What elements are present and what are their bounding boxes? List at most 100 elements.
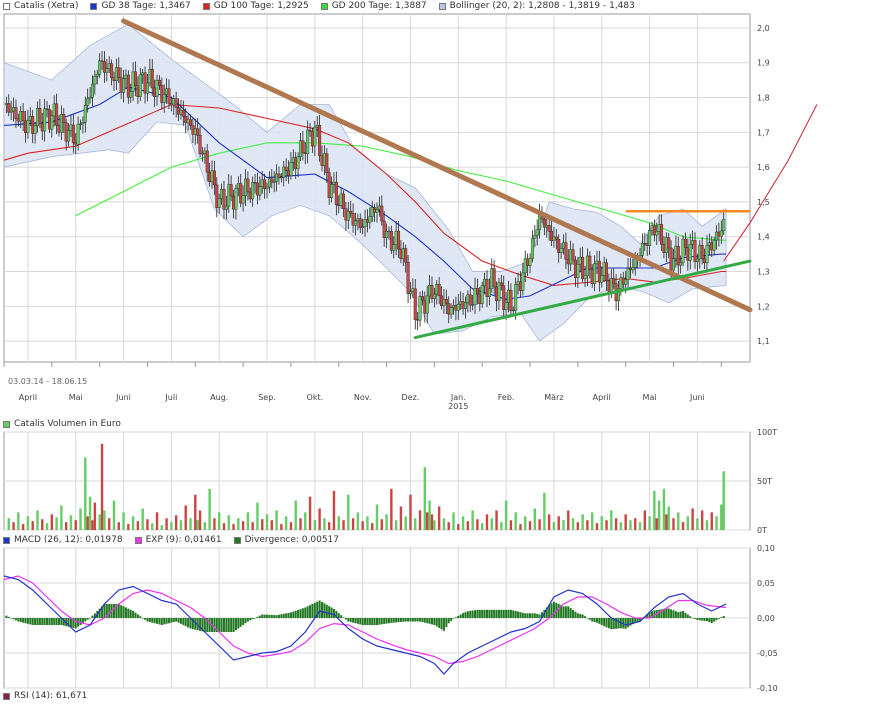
divergence-bar <box>588 618 591 620</box>
divergence-bar <box>167 618 170 624</box>
volume-bar <box>21 524 25 530</box>
divergence-bar <box>409 618 412 622</box>
x-tick-label: Aug. <box>210 393 228 402</box>
volume-bar <box>88 496 92 530</box>
divergence-bar <box>411 618 414 622</box>
volume-bar <box>433 520 436 530</box>
candle-body <box>90 83 94 98</box>
volume-bar <box>643 510 646 530</box>
divergence-bar <box>127 608 130 618</box>
divergence-bar <box>91 615 94 618</box>
x-tick-label: Mai <box>69 393 83 402</box>
divergence-bar <box>519 612 522 618</box>
candle-body <box>413 288 417 320</box>
candle-body <box>110 63 114 78</box>
candle-body <box>475 288 479 295</box>
volume-bar <box>108 518 111 530</box>
candle-body <box>600 275 604 283</box>
divergence-bar <box>464 612 467 618</box>
divergence-bar <box>364 618 367 625</box>
volume-bar <box>103 510 106 530</box>
divergence-bar <box>251 618 254 620</box>
divergence-bar <box>557 604 560 618</box>
volume-bar <box>442 518 446 530</box>
candle-body <box>528 258 532 266</box>
divergence-bar <box>268 614 271 618</box>
divergence-bar <box>490 609 493 618</box>
divergence-bar <box>7 616 10 618</box>
candle-body <box>624 279 628 285</box>
candle-body <box>712 239 716 251</box>
divergence-bar <box>435 618 438 627</box>
divergence-bar <box>24 618 27 624</box>
divergence-bar <box>691 618 694 619</box>
volume-bar <box>571 518 575 530</box>
candle-body <box>95 73 99 77</box>
divergence-bar <box>454 617 457 618</box>
candle-body <box>43 108 47 132</box>
divergence-bar <box>469 610 472 618</box>
candle-body <box>432 293 436 299</box>
divergence-bar <box>330 607 333 618</box>
divergence-bar <box>218 618 221 632</box>
divergence-bar <box>502 609 505 618</box>
divergence-bar <box>380 618 383 625</box>
candle-body <box>117 67 121 78</box>
volume-bar <box>196 520 199 530</box>
volume-bar <box>203 522 207 530</box>
divergence-bar <box>414 618 417 622</box>
volume-bar <box>557 516 560 530</box>
divergence-bar <box>239 618 242 627</box>
divergence-bar <box>112 604 115 618</box>
divergence-bar <box>488 609 491 618</box>
divergence-bar <box>151 618 154 623</box>
volume-bar <box>466 521 470 530</box>
volume-bar <box>366 516 369 530</box>
divergence-bar <box>433 618 436 625</box>
candle-body <box>71 124 75 144</box>
volume-bar <box>337 516 340 530</box>
divergence-bar <box>679 611 682 618</box>
volume-bar <box>50 514 54 530</box>
volume-bar <box>356 512 360 530</box>
divergence-bar <box>361 618 364 625</box>
volume-bar <box>514 512 517 530</box>
x-tick-label: Juni <box>689 393 705 402</box>
candle-body <box>217 198 221 208</box>
divergence-bar <box>459 614 462 618</box>
divergence-bar <box>256 616 259 618</box>
volume-bar <box>342 520 345 530</box>
volume-bar <box>74 520 77 530</box>
divergence-bar <box>390 618 393 623</box>
candle-body <box>648 230 652 246</box>
x-tick-label: Juni <box>115 393 131 402</box>
divergence-bar <box>292 611 295 618</box>
divergence-bar <box>387 618 390 624</box>
divergence-bar <box>476 609 479 618</box>
divergence-bar <box>36 618 39 625</box>
candle-body <box>397 230 401 250</box>
divergence-bar <box>452 618 455 619</box>
divergence-bar <box>337 613 340 618</box>
divergence-bar <box>325 604 328 618</box>
candle-body <box>404 248 408 263</box>
divergence-bar <box>38 618 41 625</box>
volume-bar <box>634 518 637 530</box>
divergence-bar <box>349 618 352 623</box>
volume-bar <box>280 524 283 530</box>
volume-bar <box>91 520 94 530</box>
candle-body <box>81 122 85 125</box>
volume-bar <box>624 514 627 530</box>
volume-bar <box>533 508 537 530</box>
volume-bar <box>155 512 159 530</box>
divergence-bar <box>514 611 517 618</box>
candle-body <box>330 184 334 198</box>
volume-bar <box>390 488 393 530</box>
divergence-bar <box>311 604 314 618</box>
candle-body <box>631 267 635 271</box>
volume-bar <box>160 525 164 530</box>
candle-body <box>693 240 697 262</box>
volume-bar <box>552 522 556 530</box>
divergence-bar <box>610 618 613 630</box>
candle-body <box>229 184 233 197</box>
